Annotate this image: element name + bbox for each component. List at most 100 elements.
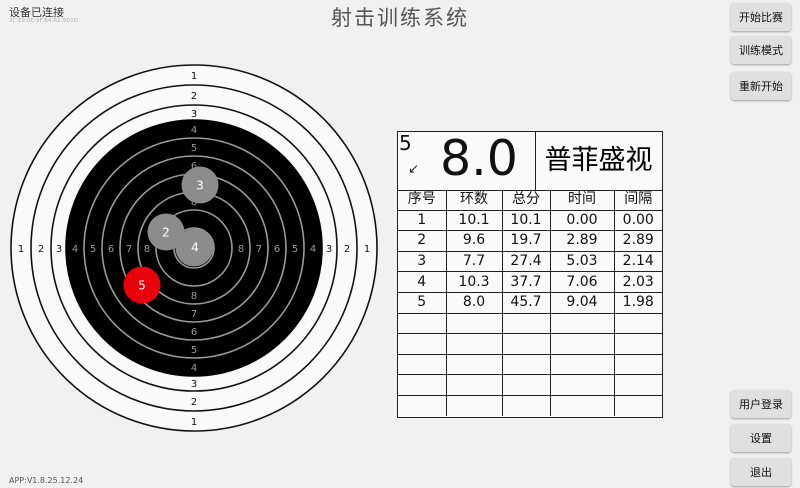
- table-cell: [550, 354, 615, 376]
- table-cell: [502, 395, 551, 416]
- ring-label: 2: [191, 397, 197, 408]
- table-cell: [398, 354, 447, 376]
- ring-label: 5: [90, 244, 96, 255]
- table-header: 序号 环数 总分 时间 间隔: [398, 190, 662, 211]
- table-cell: [398, 374, 447, 396]
- column-header: 环数: [446, 190, 503, 211]
- table-row: [398, 395, 662, 416]
- table-cell: 10.1: [502, 210, 551, 232]
- last-shot-box: 5 ↙ 8.0: [398, 130, 536, 191]
- table-cell: [550, 313, 615, 335]
- table-cell: [550, 374, 615, 396]
- shot-number: 5: [138, 279, 146, 293]
- ring-label: 3: [326, 244, 332, 255]
- ring-label: 1: [364, 244, 370, 255]
- training-mode-button[interactable]: 训练模式: [731, 36, 791, 64]
- ring-label: 3: [191, 109, 197, 120]
- table-cell: [502, 374, 551, 396]
- app-version: APP:V1.8.25.12.24: [9, 476, 84, 485]
- ring-label: 8: [144, 244, 150, 255]
- table-cell: [502, 333, 551, 355]
- ring-label: 4: [191, 125, 197, 136]
- table-cell: 7.06: [550, 271, 615, 293]
- table-cell: 10.1: [446, 210, 503, 232]
- table-cell: 5.03: [550, 251, 615, 273]
- table-cell: 2.89: [550, 230, 615, 252]
- table-cell: [614, 313, 662, 335]
- table-cell: [550, 395, 615, 416]
- start-match-button[interactable]: 开始比赛: [731, 3, 791, 31]
- table-cell: 2.03: [614, 271, 662, 293]
- table-cell: [446, 395, 503, 416]
- table-cell: 2: [398, 230, 447, 252]
- table-cell: 4: [398, 271, 447, 293]
- table-cell: 37.7: [502, 271, 551, 293]
- ring-label: 6: [274, 244, 280, 255]
- table-cell: 2.14: [614, 251, 662, 273]
- table-cell: [550, 333, 615, 355]
- restart-button[interactable]: 重新开始: [731, 72, 791, 100]
- exit-button[interactable]: 退出: [731, 458, 791, 486]
- ring-label: 7: [126, 244, 132, 255]
- table-cell: 45.7: [502, 292, 551, 314]
- table-cell: 7.7: [446, 251, 503, 273]
- table-cell: [398, 395, 447, 416]
- table-cell: [398, 333, 447, 355]
- ring-label: 7: [256, 244, 262, 255]
- column-header: 总分: [502, 190, 551, 211]
- table-cell: [446, 313, 503, 335]
- brand-name: 普菲盛视: [535, 132, 662, 191]
- table-cell: 9.6: [446, 230, 503, 252]
- ring-label: 1: [191, 71, 197, 82]
- ring-label: 1: [18, 244, 24, 255]
- table-cell: 1: [398, 210, 447, 232]
- table-cell: 3: [398, 251, 447, 273]
- table-cell: 27.4: [502, 251, 551, 273]
- ring-label: 2: [344, 244, 350, 255]
- table-cell: [614, 354, 662, 376]
- direction-arrow-icon: ↙: [408, 162, 419, 177]
- ring-label: 6: [191, 327, 197, 338]
- table-row: [398, 333, 662, 355]
- ring-label: 2: [191, 91, 197, 102]
- user-login-button[interactable]: 用户登录: [731, 390, 791, 418]
- ring-label: 5: [191, 345, 197, 356]
- table-cell: 0.00: [550, 210, 615, 232]
- score-panel: 5 ↙ 8.0 普菲盛视 序号 环数 总分 时间 间隔 1 10.1 10.1 0.00 0.0…: [397, 130, 663, 418]
- table-cell: [446, 333, 503, 355]
- ring-label: 4: [72, 244, 78, 255]
- settings-button[interactable]: 设置: [731, 424, 791, 452]
- table-cell: 0.00: [614, 210, 662, 232]
- table-cell: 8.0: [446, 292, 503, 314]
- table-cell: 2.89: [614, 230, 662, 252]
- table-row: 3 7.7 27.4 5.03 2.14: [398, 251, 662, 273]
- table-cell: [614, 374, 662, 396]
- table-row: 2 9.6 19.7 2.89 2.89: [398, 230, 662, 252]
- table-cell: [614, 333, 662, 355]
- shot-number: 2: [162, 226, 170, 240]
- table-body: 1 10.1 10.1 0.00 0.00 2 9.6 19.7 2.89 2.89 3 7.7 27.…: [398, 210, 662, 416]
- ring-label: 7: [191, 309, 197, 320]
- shot-number: 4: [191, 241, 199, 255]
- ring-label: 4: [191, 363, 197, 374]
- column-header: 序号: [398, 190, 447, 211]
- ring-label: 1: [191, 417, 197, 428]
- table-row: 1 10.1 10.1 0.00 0.00: [398, 210, 662, 232]
- ring-label: 3: [56, 244, 62, 255]
- shot-marker: 3: [181, 166, 219, 204]
- ring-label: 4: [310, 244, 316, 255]
- table-cell: 19.7: [502, 230, 551, 252]
- ring-label: 8: [238, 244, 244, 255]
- last-shot-score: 8.0: [440, 130, 518, 187]
- table-cell: 1.98: [614, 292, 662, 314]
- shot-number: 3: [196, 179, 204, 193]
- last-shot-number: 5: [399, 131, 412, 155]
- table-cell: [446, 354, 503, 376]
- ring-label: 5: [191, 143, 197, 154]
- ring-label: 5: [292, 244, 298, 255]
- table-row: [398, 354, 662, 376]
- table-cell: [446, 374, 503, 396]
- table-cell: [502, 354, 551, 376]
- ring-label: 3: [191, 379, 197, 390]
- table-cell: 9.04: [550, 292, 615, 314]
